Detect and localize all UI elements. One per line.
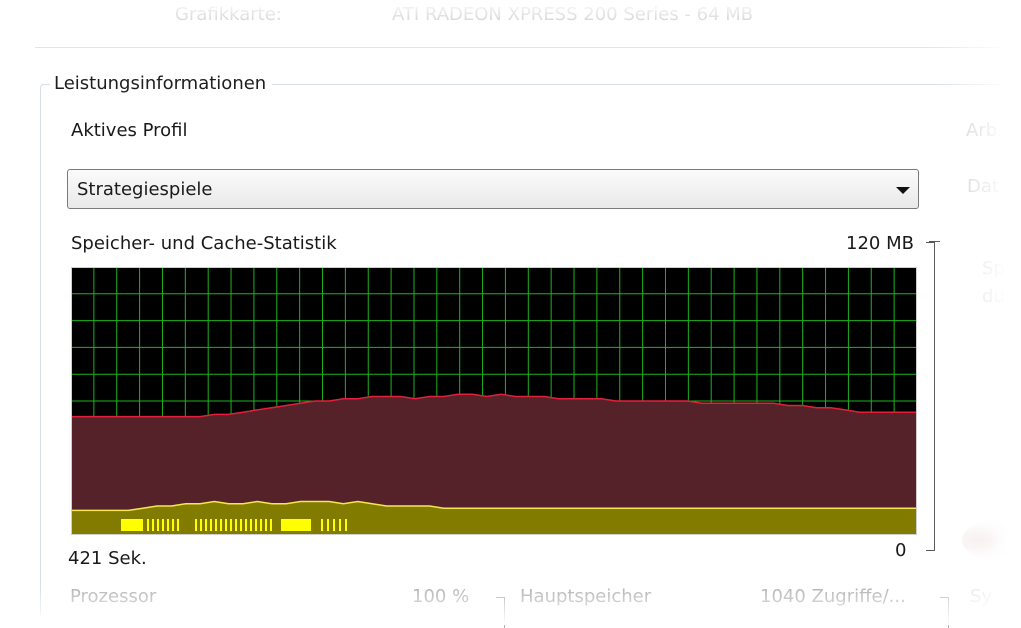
activity-bar xyxy=(281,519,311,531)
activity-bar xyxy=(240,519,242,531)
top-info-row: Grafikkarte: ATI RADEON XPRESS 200 Serie… xyxy=(0,0,1021,40)
y-max-label: 120 MB xyxy=(846,233,914,254)
activity-bar xyxy=(235,519,237,531)
right-column-label-3: Sp xyxy=(982,258,1005,279)
activity-bar xyxy=(162,519,164,531)
memory-value: 1040 Zugriffe/... xyxy=(760,586,906,607)
activity-bar xyxy=(339,519,341,531)
activity-bar xyxy=(195,519,197,531)
chevron-down-icon[interactable] xyxy=(896,187,910,194)
right-column-label-4: du xyxy=(982,286,1005,307)
y-axis-bracket xyxy=(926,242,935,551)
activity-bar xyxy=(250,519,252,531)
y-min-label: 0 xyxy=(895,540,907,561)
activity-bar xyxy=(327,519,329,531)
divider xyxy=(35,47,1021,48)
profile-dropdown-value: Strategiespiele xyxy=(77,179,213,200)
activity-bar xyxy=(167,519,169,531)
cpu-bracket xyxy=(496,597,505,628)
right-column-label-1: Arb xyxy=(966,120,998,141)
activity-bar xyxy=(177,519,179,531)
activity-bar xyxy=(333,519,335,531)
activity-bar xyxy=(205,519,207,531)
activity-bar xyxy=(215,519,217,531)
activity-bar xyxy=(147,519,149,531)
activity-bar xyxy=(345,519,347,531)
chart-title: Speicher- und Cache-Statistik xyxy=(71,233,337,254)
memory-label: Hauptspeicher xyxy=(520,586,652,607)
activity-bar xyxy=(210,519,212,531)
graphics-card-value: ATI RADEON XPRESS 200 Series - 64 MB xyxy=(392,4,754,25)
activity-bar xyxy=(157,519,159,531)
activity-bar xyxy=(230,519,232,531)
activity-bar xyxy=(172,519,174,531)
graphics-card-label: Grafikkarte: xyxy=(175,4,282,25)
active-profile-label: Aktives Profil xyxy=(71,120,188,141)
activity-bar xyxy=(270,519,272,531)
activity-bar xyxy=(121,519,143,531)
activity-bar xyxy=(200,519,202,531)
activity-bar xyxy=(225,519,227,531)
activity-bar xyxy=(245,519,247,531)
cpu-value: 100 % xyxy=(412,586,470,607)
group-title: Leistungsinformationen xyxy=(50,73,273,94)
activity-bar xyxy=(220,519,222,531)
memory-cache-chart xyxy=(71,267,917,535)
x-left-label: 421 Sek. xyxy=(68,548,147,569)
memory-bracket xyxy=(940,597,949,628)
activity-bar xyxy=(152,519,154,531)
cpu-label: Prozessor xyxy=(70,586,157,607)
profile-dropdown[interactable]: Strategiespiele xyxy=(67,169,919,209)
right-column-label-2: Dat xyxy=(967,176,999,197)
extra-label: Sy xyxy=(970,586,993,607)
activity-bar xyxy=(260,519,262,531)
activity-bar xyxy=(255,519,257,531)
activity-bar xyxy=(321,519,323,531)
activity-bar xyxy=(265,519,267,531)
